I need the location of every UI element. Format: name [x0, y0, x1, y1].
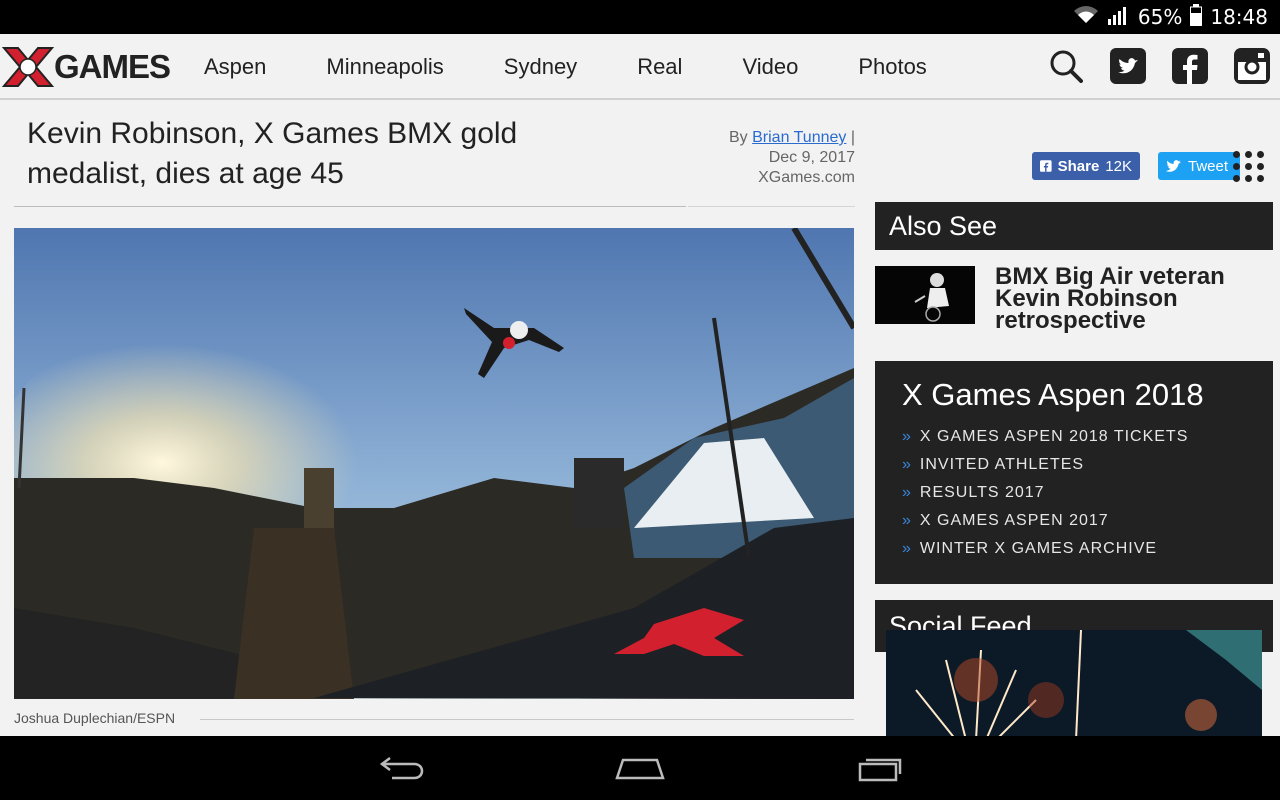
article-date: Dec 9, 2017 [768, 149, 855, 166]
share-buttons: Share 12K Tweet [1032, 152, 1240, 180]
also-see-title[interactable]: BMX Big Air veteran Kevin Robinson retro… [995, 265, 1265, 333]
chevron-right-icon: » [902, 428, 912, 445]
wifi-icon [1072, 5, 1100, 30]
aspen-promo-box: X Games Aspen 2018 » X GAMES ASPEN 2018 T… [875, 361, 1273, 584]
chevron-right-icon: » [902, 484, 912, 501]
instagram-icon[interactable] [1234, 48, 1270, 84]
article-source: XGames.com [758, 169, 855, 186]
tweet-button[interactable]: Tweet [1158, 152, 1240, 180]
recents-icon[interactable] [850, 748, 910, 788]
also-see-item[interactable]: BMX Big Air veteran Kevin Robinson retro… [875, 265, 1275, 336]
facebook-share-label: Share [1057, 157, 1100, 175]
web-page: GAMES Aspen Minneapolis Sydney Real Vide… [0, 34, 1280, 736]
x-games-logo[interactable]: GAMES [0, 44, 180, 90]
facebook-share-button[interactable]: Share 12K [1032, 152, 1140, 180]
aspen-link-label: RESULTS 2017 [919, 484, 1045, 501]
aspen-link-label: WINTER X GAMES ARCHIVE [919, 540, 1158, 557]
photo-caption: Joshua Duplechian/ESPN [14, 710, 176, 726]
also-see-heading: Also See [875, 202, 1273, 250]
divider [688, 206, 855, 207]
aspen-link-label: X GAMES ASPEN 2018 TICKETS [919, 428, 1189, 445]
article-headline: Kevin Robinson, X Games BMX gold medalis… [27, 117, 518, 190]
system-nav-bar [0, 736, 1280, 800]
aspen-link-archive[interactable]: » WINTER X GAMES ARCHIVE [902, 535, 1188, 563]
also-see-thumbnail [875, 266, 975, 324]
home-icon[interactable] [610, 748, 670, 788]
main-nav: Aspen Minneapolis Sydney Real Video Phot… [174, 34, 957, 100]
aspen-link-results[interactable]: » RESULTS 2017 [902, 479, 1188, 507]
aspen-link-tickets[interactable]: » X GAMES ASPEN 2018 TICKETS [902, 423, 1188, 451]
twitter-icon [1166, 160, 1181, 172]
divider [14, 206, 686, 207]
battery-percent: 65% [1137, 5, 1183, 29]
aspen-box-title: X Games Aspen 2018 [902, 377, 1204, 412]
nav-link-aspen[interactable]: Aspen [174, 54, 296, 80]
social-feed-image[interactable] [886, 630, 1262, 736]
nav-link-minneapolis[interactable]: Minneapolis [296, 54, 473, 80]
chevron-right-icon: » [902, 456, 912, 473]
chevron-right-icon: » [902, 512, 912, 529]
aspen-link-athletes[interactable]: » INVITED ATHLETES [902, 451, 1188, 479]
nav-link-sydney[interactable]: Sydney [474, 54, 607, 80]
nav-link-real[interactable]: Real [607, 54, 712, 80]
bmx-photo-illustration [14, 228, 854, 699]
aspen-link-label: INVITED ATHLETES [919, 456, 1085, 473]
article: Kevin Robinson, X Games BMX gold medalis… [14, 100, 855, 736]
nav-link-photos[interactable]: Photos [828, 54, 957, 80]
site-header: GAMES Aspen Minneapolis Sydney Real Vide… [0, 34, 1280, 100]
search-icon[interactable] [1048, 48, 1084, 84]
chevron-right-icon: » [902, 540, 912, 557]
signal-icon [1107, 5, 1130, 30]
aspen-link-label: X GAMES ASPEN 2017 [919, 512, 1109, 529]
back-icon[interactable] [372, 748, 432, 788]
battery-icon [1190, 3, 1203, 31]
byline: By Brian Tunney | Dec 9, 2017 XGames.com [685, 128, 855, 188]
aspen-links: » X GAMES ASPEN 2018 TICKETS » INVITED ATH… [902, 423, 1188, 563]
nav-link-video[interactable]: Video [712, 54, 828, 80]
author-link[interactable]: Brian Tunney [752, 129, 846, 146]
facebook-icon [1040, 160, 1052, 172]
byline-separator: | [850, 129, 855, 146]
status-bar: 65% 18:48 [0, 0, 1280, 34]
tweet-label: Tweet [1188, 157, 1229, 175]
byline-prefix: By [728, 129, 748, 146]
aspen-link-2017[interactable]: » X GAMES ASPEN 2017 [902, 507, 1188, 535]
facebook-share-count: 12K [1105, 157, 1132, 175]
facebook-icon[interactable] [1172, 48, 1208, 84]
clock: 18:48 [1210, 5, 1268, 29]
article-photo[interactable] [14, 228, 854, 699]
more-options-icon[interactable] [1232, 150, 1266, 184]
divider [200, 719, 854, 720]
header-icons [1048, 48, 1270, 84]
twitter-icon[interactable] [1110, 48, 1146, 84]
logo-text: GAMES [54, 48, 171, 85]
x-logo-icon [0, 44, 56, 90]
